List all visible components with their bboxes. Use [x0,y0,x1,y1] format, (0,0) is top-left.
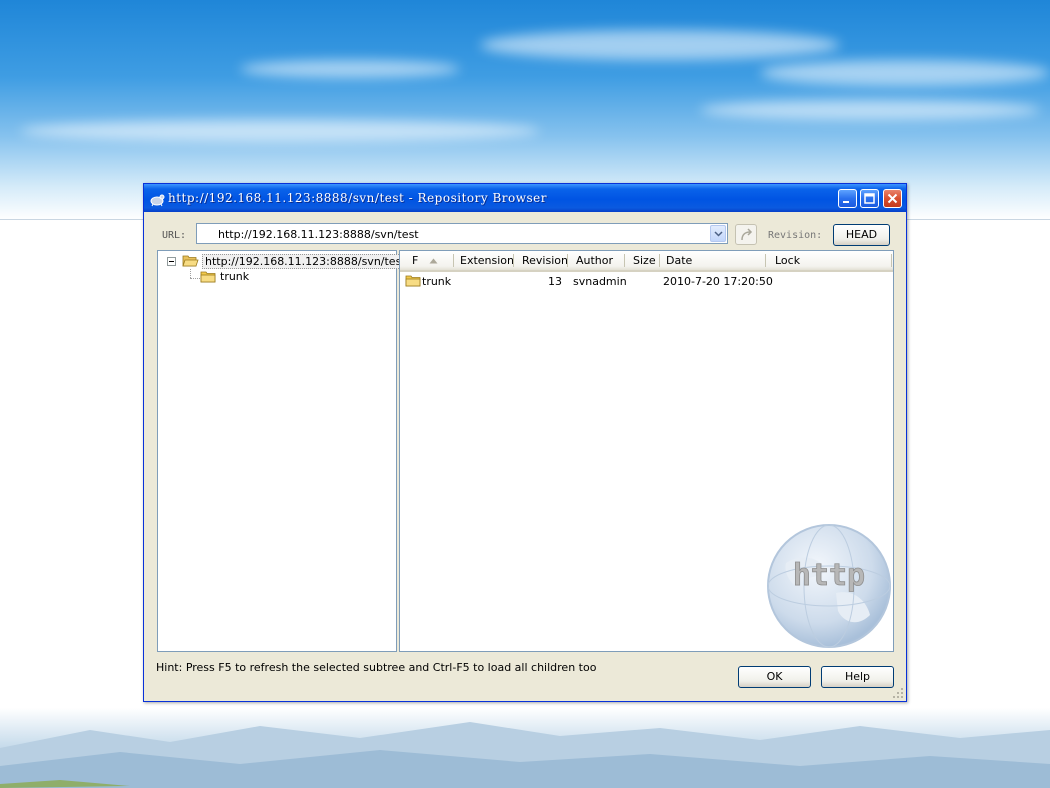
chevron-down-icon [714,231,723,237]
ok-button[interactable]: OK [738,666,811,688]
http-globe-watermark-icon: http [767,524,891,648]
tree-node-label: http://192.168.11.123:8888/svn/test [202,254,409,269]
column-header-lock[interactable]: Lock [775,254,800,267]
repository-browser-window: http://192.168.11.123:8888/svn/test - Re… [143,183,907,702]
url-label: URL: [162,230,187,241]
url-combobox[interactable]: http://192.168.11.123:8888/svn/test [196,223,728,244]
column-header-size[interactable]: Size [633,254,656,267]
sort-ascending-icon [429,258,438,264]
window-title: http://192.168.11.123:8888/svn/test - Re… [168,191,547,205]
repository-tree[interactable]: http://192.168.11.123:8888/svn/test trun… [157,250,409,652]
minimize-button[interactable] [838,189,857,208]
column-header-author[interactable]: Author [576,254,613,267]
column-header-date[interactable]: Date [666,254,692,267]
column-header-revision[interactable]: Revision [522,254,568,267]
file-list[interactable]: F Extension Revision Author Size Date Lo… [399,250,894,652]
list-header: F Extension Revision Author Size Date Lo… [400,251,893,272]
cell-file: trunk [422,275,452,288]
help-button[interactable]: Help [821,666,894,688]
tree-connector [190,269,191,278]
tree-connector [190,278,200,279]
folder-icon [200,271,216,283]
go-button[interactable] [735,224,757,245]
folder-icon [405,275,421,287]
minimize-icon [843,201,849,203]
cell-date: 2010-7-20 17:20:50 [663,275,773,288]
column-header-file[interactable]: F [412,254,418,267]
revision-label: Revision: [768,230,823,241]
url-dropdown-button[interactable] [710,225,726,242]
mountain-background [0,708,1050,788]
folder-open-icon [182,255,199,267]
watermark-text: http [793,558,865,593]
url-input[interactable]: http://192.168.11.123:8888/svn/test [218,228,419,241]
go-arrow-icon [741,228,753,241]
title-bar[interactable]: http://192.168.11.123:8888/svn/test - Re… [144,184,906,212]
tortoisesvn-icon [150,194,165,207]
collapse-icon[interactable] [167,257,176,266]
column-header-extension[interactable]: Extension [460,254,514,267]
maximize-icon [864,193,875,204]
hint-text: Hint: Press F5 to refresh the selected s… [156,661,597,674]
tree-node-label: trunk [220,270,250,283]
head-revision-button[interactable]: HEAD [833,224,890,246]
cell-revision: 13 [548,275,562,288]
table-row[interactable]: trunk 13 svnadmin 2010-7-20 17:20:50 [400,272,893,289]
mountain-silhouette-icon [0,722,1050,788]
close-button[interactable] [883,189,902,208]
close-icon [887,193,898,204]
resize-grip-icon[interactable] [892,687,904,699]
cell-author: svnadmin [573,275,627,288]
maximize-button[interactable] [860,189,879,208]
